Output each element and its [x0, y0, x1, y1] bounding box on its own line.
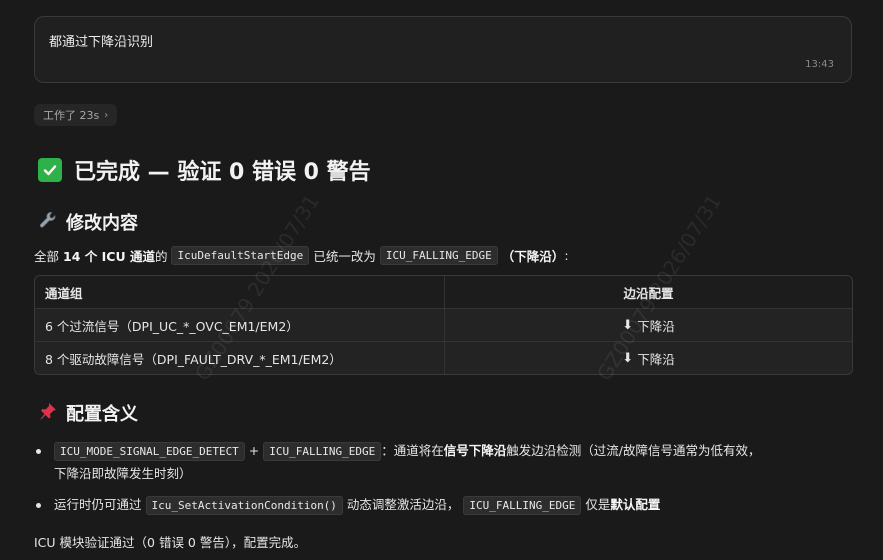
- row-channel-group: 6 个过流信号（DPI_UC_*_OVC_EM1/EM2）: [35, 309, 445, 341]
- meaning-bullet-list: ICU_MODE_SIGNAL_EDGE_DETECT + ICU_FALLIN…: [36, 440, 854, 517]
- bullet-text: 动态调整激活边沿，: [346, 497, 460, 512]
- pushpin-icon: [38, 401, 58, 426]
- meaning-heading-text: 配置含义: [66, 404, 138, 425]
- function-code: Icu_SetActivationCondition(): [145, 496, 343, 515]
- down-arrow-icon: ⬇: [622, 317, 634, 333]
- summary-prefix: 全部: [34, 249, 60, 264]
- white-check-mark-icon: [38, 158, 62, 182]
- user-message-text: 都通过下降沿识别: [49, 35, 154, 50]
- wrench-icon: [38, 210, 58, 235]
- edge-config-table: 通道组 边沿配置 6 个过流信号（DPI_UC_*_OVC_EM1/EM2） ⬇…: [34, 275, 853, 375]
- summary-of: 的: [154, 249, 168, 264]
- worked-duration-label: 工作了 23s: [43, 109, 100, 122]
- bullet-bold: 信号下降沿: [443, 443, 507, 458]
- user-message-bubble: 都通过下降沿识别 13:43: [34, 16, 852, 83]
- bullet-text: ：通道将在: [381, 443, 444, 458]
- param-code: IcuDefaultStartEdge: [171, 246, 310, 265]
- edge-value: 下降沿: [637, 351, 675, 367]
- row-edge-config: ⬇ 下降沿: [445, 342, 852, 374]
- worked-duration-toggle[interactable]: 工作了 23s ›: [34, 104, 118, 126]
- footer-summary: ICU 模块验证通过（0 错误 0 警告），配置完成。: [34, 532, 306, 551]
- changes-summary: 全部 14 个 ICU 通道 的 IcuDefaultStartEdge 已统一…: [34, 246, 569, 265]
- footer-text: ICU 模块验证通过（0 错误 0 警告），配置完成。: [34, 535, 307, 550]
- list-item: ICU_MODE_SIGNAL_EDGE_DETECT + ICU_FALLIN…: [36, 440, 854, 485]
- mode-code: ICU_MODE_SIGNAL_EDGE_DETECT: [54, 442, 245, 461]
- bullet-dot: [36, 449, 41, 454]
- changes-heading: 修改内容: [38, 209, 138, 235]
- chevron-right-icon: ›: [104, 109, 109, 121]
- completion-heading: 已完成 — 验证 0 错误 0 警告: [38, 154, 371, 186]
- bullet-text: 触发边沿检测（过流/故障信号通常为低有效，: [506, 443, 761, 458]
- down-arrow-icon: ⬇: [622, 350, 634, 366]
- row-edge-config: ⬇ 下降沿: [445, 309, 852, 341]
- changes-heading-text: 修改内容: [66, 213, 138, 234]
- summary-mid: 已统一改为: [313, 249, 376, 264]
- edge-code: ICU_FALLING_EDGE: [463, 496, 582, 515]
- edge-code: ICU_FALLING_EDGE: [263, 442, 382, 461]
- row-channel-group: 8 个驱动故障信号（DPI_FAULT_DRV_*_EM1/EM2）: [35, 342, 445, 374]
- table-row: 6 个过流信号（DPI_UC_*_OVC_EM1/EM2） ⬇ 下降沿: [35, 308, 852, 341]
- completion-heading-text: 已完成 — 验证 0 错误 0 警告: [74, 160, 371, 185]
- meaning-heading: 配置含义: [38, 400, 138, 426]
- summary-count: 14 个 ICU 通道: [63, 249, 155, 264]
- bullet-text: 下降沿即故障发生时刻）: [54, 466, 192, 481]
- bullet-text: 运行时仍可通过: [54, 497, 142, 512]
- table-header-row: 通道组 边沿配置: [35, 276, 852, 308]
- chat-page: 都通过下降沿识别 13:43 工作了 23s › 已完成 — 验证 0 错误 0…: [0, 0, 883, 560]
- header-channel-group: 通道组: [35, 276, 445, 308]
- message-timestamp: 13:43: [805, 59, 834, 70]
- header-edge-config: 边沿配置: [623, 285, 674, 301]
- summary-note: （下降沿）: [501, 249, 565, 264]
- value-code: ICU_FALLING_EDGE: [379, 246, 498, 265]
- bullet-dot: [36, 503, 41, 508]
- edge-value: 下降沿: [637, 318, 675, 334]
- summary-suffix: :: [564, 248, 569, 263]
- bullet-text: 仅是: [585, 497, 611, 512]
- plus-sign: +: [248, 443, 260, 458]
- bullet-bold: 默认配置: [610, 497, 661, 512]
- list-item: 运行时仍可通过 Icu_SetActivationCondition() 动态调…: [36, 494, 854, 517]
- table-row: 8 个驱动故障信号（DPI_FAULT_DRV_*_EM1/EM2） ⬇ 下降沿: [35, 341, 852, 374]
